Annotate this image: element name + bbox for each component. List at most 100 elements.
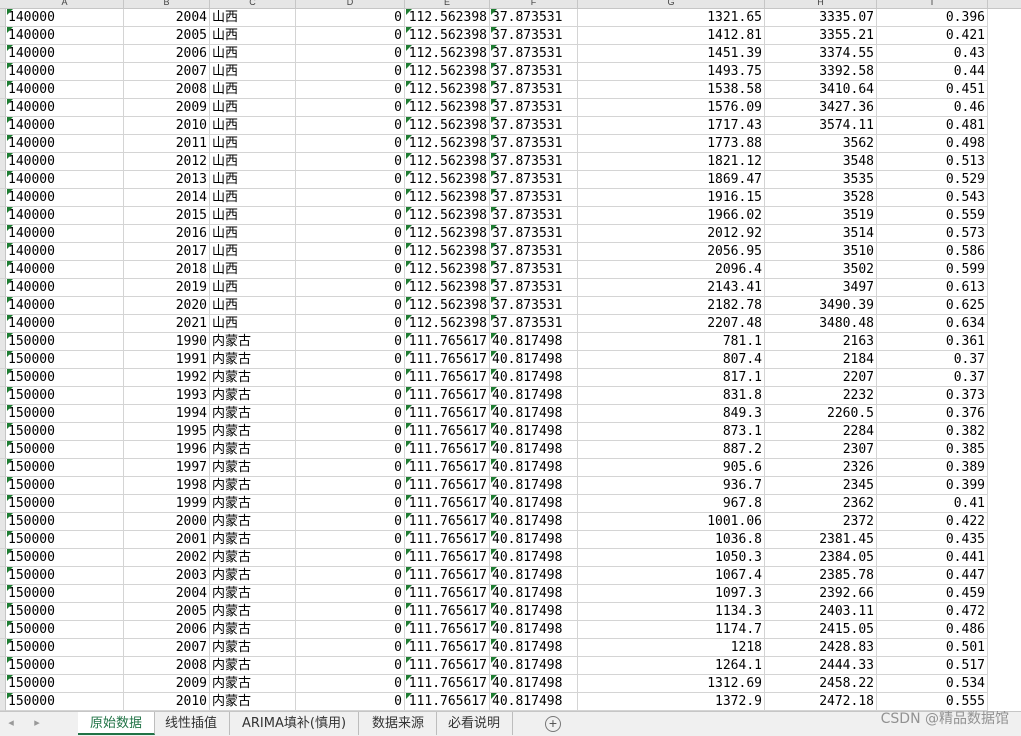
- cell-value-h[interactable]: 2260.5: [765, 405, 877, 423]
- cell-longitude[interactable]: 112.562398: [405, 99, 490, 117]
- cell-latitude[interactable]: 37.873531: [490, 189, 578, 207]
- cell-value-g[interactable]: 2012.92: [578, 225, 765, 243]
- cell-value-g[interactable]: 1036.8: [578, 531, 765, 549]
- cell-value-g[interactable]: 1264.1: [578, 657, 765, 675]
- cell-latitude[interactable]: 37.873531: [490, 81, 578, 99]
- cell-code[interactable]: 140000: [6, 153, 124, 171]
- cell-province[interactable]: 山西: [210, 243, 296, 261]
- add-sheet-icon[interactable]: +: [545, 716, 561, 732]
- cell-value-g[interactable]: 1869.47: [578, 171, 765, 189]
- cell-value-g[interactable]: 1218: [578, 639, 765, 657]
- cell-longitude[interactable]: 112.562398: [405, 297, 490, 315]
- cell-province[interactable]: 山西: [210, 171, 296, 189]
- cell-longitude[interactable]: 112.562398: [405, 279, 490, 297]
- cell-code[interactable]: 150000: [6, 531, 124, 549]
- cell-value-i[interactable]: 0.498: [877, 135, 988, 153]
- cell-latitude[interactable]: 37.873531: [490, 243, 578, 261]
- cell-province[interactable]: 内蒙古: [210, 657, 296, 675]
- cell-province[interactable]: 内蒙古: [210, 477, 296, 495]
- cell-value-i[interactable]: 0.559: [877, 207, 988, 225]
- cell-value-g[interactable]: 1493.75: [578, 63, 765, 81]
- cell-longitude[interactable]: 111.765617: [405, 369, 490, 387]
- cell-value-h[interactable]: 3427.36: [765, 99, 877, 117]
- cell-value-g[interactable]: 1916.15: [578, 189, 765, 207]
- cell-year[interactable]: 2011: [124, 135, 210, 153]
- cell-flag[interactable]: 0: [296, 297, 405, 315]
- cell-value-h[interactable]: 2345: [765, 477, 877, 495]
- sheet-tab-original-data[interactable]: 原始数据: [78, 712, 156, 735]
- cell-value-i[interactable]: 0.613: [877, 279, 988, 297]
- cell-flag[interactable]: 0: [296, 63, 405, 81]
- cell-value-h[interactable]: 3528: [765, 189, 877, 207]
- cell-longitude[interactable]: 112.562398: [405, 135, 490, 153]
- cell-value-h[interactable]: 2403.11: [765, 603, 877, 621]
- cell-value-g[interactable]: 1821.12: [578, 153, 765, 171]
- cell-flag[interactable]: 0: [296, 549, 405, 567]
- cell-year[interactable]: 2009: [124, 99, 210, 117]
- cell-flag[interactable]: 0: [296, 441, 405, 459]
- cell-latitude[interactable]: 40.817498: [490, 549, 578, 567]
- cell-flag[interactable]: 0: [296, 171, 405, 189]
- cell-latitude[interactable]: 37.873531: [490, 9, 578, 27]
- cell-latitude[interactable]: 37.873531: [490, 117, 578, 135]
- cell-value-i[interactable]: 0.599: [877, 261, 988, 279]
- cell-flag[interactable]: 0: [296, 261, 405, 279]
- cell-province[interactable]: 内蒙古: [210, 513, 296, 531]
- cell-flag[interactable]: 0: [296, 603, 405, 621]
- sheet-tab-linear-interpolation[interactable]: 线性插值: [153, 712, 231, 735]
- cell-latitude[interactable]: 37.873531: [490, 45, 578, 63]
- cell-latitude[interactable]: 40.817498: [490, 387, 578, 405]
- cell-province[interactable]: 内蒙古: [210, 621, 296, 639]
- cell-latitude[interactable]: 40.817498: [490, 423, 578, 441]
- cell-province[interactable]: 山西: [210, 45, 296, 63]
- cell-code[interactable]: 150000: [6, 333, 124, 351]
- cell-value-i[interactable]: 0.625: [877, 297, 988, 315]
- cell-year[interactable]: 1995: [124, 423, 210, 441]
- cell-province[interactable]: 山西: [210, 63, 296, 81]
- cell-latitude[interactable]: 37.873531: [490, 63, 578, 81]
- cell-value-g[interactable]: 831.8: [578, 387, 765, 405]
- cell-value-i[interactable]: 0.37: [877, 351, 988, 369]
- cell-code[interactable]: 150000: [6, 585, 124, 603]
- cell-longitude[interactable]: 112.562398: [405, 153, 490, 171]
- cell-latitude[interactable]: 37.873531: [490, 153, 578, 171]
- cell-year[interactable]: 2008: [124, 657, 210, 675]
- cell-value-h[interactable]: 2207: [765, 369, 877, 387]
- cell-value-h[interactable]: 3355.21: [765, 27, 877, 45]
- cell-year[interactable]: 2005: [124, 603, 210, 621]
- cell-value-h[interactable]: 2232: [765, 387, 877, 405]
- cell-latitude[interactable]: 37.873531: [490, 261, 578, 279]
- cell-year[interactable]: 2002: [124, 549, 210, 567]
- cell-value-h[interactable]: 3514: [765, 225, 877, 243]
- cell-code[interactable]: 140000: [6, 135, 124, 153]
- sheet-tab-must-read[interactable]: 必看说明: [436, 712, 514, 735]
- cell-year[interactable]: 2004: [124, 9, 210, 27]
- cell-code[interactable]: 140000: [6, 81, 124, 99]
- cell-province[interactable]: 内蒙古: [210, 495, 296, 513]
- cell-value-g[interactable]: 1576.09: [578, 99, 765, 117]
- cell-latitude[interactable]: 40.817498: [490, 639, 578, 657]
- cell-year[interactable]: 2014: [124, 189, 210, 207]
- cell-longitude[interactable]: 111.765617: [405, 333, 490, 351]
- cell-value-i[interactable]: 0.373: [877, 387, 988, 405]
- cell-value-h[interactable]: 2381.45: [765, 531, 877, 549]
- cell-province[interactable]: 山西: [210, 81, 296, 99]
- cell-year[interactable]: 2000: [124, 513, 210, 531]
- cell-value-h[interactable]: 2458.22: [765, 675, 877, 693]
- cell-latitude[interactable]: 40.817498: [490, 657, 578, 675]
- cell-province[interactable]: 山西: [210, 117, 296, 135]
- cell-latitude[interactable]: 40.817498: [490, 675, 578, 693]
- cell-latitude[interactable]: 40.817498: [490, 459, 578, 477]
- cell-latitude[interactable]: 40.817498: [490, 333, 578, 351]
- cell-code[interactable]: 140000: [6, 171, 124, 189]
- spreadsheet-grid[interactable]: 140000 2004 山西 0 112.562398 37.873531 1321.65 3…: [0, 9, 1021, 711]
- cell-longitude[interactable]: 111.765617: [405, 585, 490, 603]
- cell-province[interactable]: 山西: [210, 189, 296, 207]
- cell-longitude[interactable]: 111.765617: [405, 639, 490, 657]
- cell-year[interactable]: 1990: [124, 333, 210, 351]
- cell-code[interactable]: 150000: [6, 495, 124, 513]
- column-header-i[interactable]: I: [877, 0, 988, 8]
- cell-value-i[interactable]: 0.543: [877, 189, 988, 207]
- cell-value-h[interactable]: 3510: [765, 243, 877, 261]
- cell-year[interactable]: 2008: [124, 81, 210, 99]
